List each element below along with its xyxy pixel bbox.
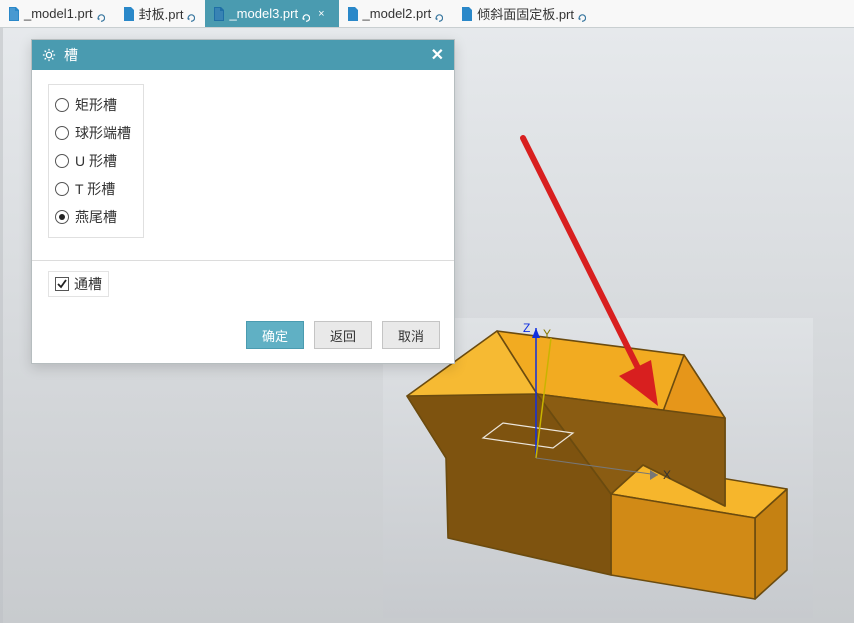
radio-rect-slot[interactable]: 矩形槽 [55,91,131,119]
svg-text:Y: Y [543,327,551,341]
modified-icon [435,10,443,18]
dialog-buttons: 确定 返回 取消 [32,311,454,363]
modified-icon [578,10,586,18]
tab-label: _model3.prt [229,6,298,21]
radio-u-slot[interactable]: U 形槽 [55,147,131,175]
back-button[interactable]: 返回 [314,321,372,349]
file-icon [213,7,225,21]
radio-icon [55,126,69,140]
radio-label: U 形槽 [75,151,117,171]
radio-ball-end-slot[interactable]: 球形端槽 [55,119,131,147]
close-icon[interactable]: × [318,8,324,20]
radio-icon [55,210,69,224]
radio-label: 球形端槽 [75,123,131,143]
file-tabs: _model1.prt 封板.prt _model3.prt × _model2… [0,0,854,28]
file-icon [461,7,473,21]
dialog-title-text: 槽 [64,45,78,65]
file-icon [347,7,359,21]
radio-icon [55,182,69,196]
file-icon [8,7,20,21]
gear-icon [42,48,56,62]
radio-dovetail-slot[interactable]: 燕尾槽 [55,203,131,231]
radio-icon [55,154,69,168]
divider [32,260,454,261]
ok-button[interactable]: 确定 [246,321,304,349]
file-icon [123,7,135,21]
tab-label: _model1.prt [24,6,93,21]
through-slot-checkbox[interactable]: 通槽 [48,271,109,297]
modified-icon [302,10,310,18]
tab-label: _model2.prt [363,6,432,21]
modified-icon [187,10,195,18]
tab-label: 倾斜面固定板.prt [477,4,574,23]
tab-model1[interactable]: _model1.prt [0,0,115,27]
cancel-button[interactable]: 取消 [382,321,440,349]
tab-fengban[interactable]: 封板.prt [115,0,206,27]
radio-label: T 形槽 [75,179,115,199]
radio-icon [55,98,69,112]
checkbox-label: 通槽 [74,274,102,294]
dialog-titlebar[interactable]: 槽 ✕ [32,40,454,70]
radio-label: 燕尾槽 [75,207,117,227]
svg-text:Z: Z [523,321,530,335]
svg-text:X: X [663,468,671,482]
tab-label: 封板.prt [139,4,184,23]
tab-model3[interactable]: _model3.prt × [205,0,338,27]
radio-t-slot[interactable]: T 形槽 [55,175,131,203]
close-icon[interactable]: ✕ [431,45,444,65]
checkbox-icon [55,277,69,291]
tab-qinxiemian[interactable]: 倾斜面固定板.prt [453,0,596,27]
slot-type-group: 矩形槽 球形端槽 U 形槽 T 形槽 燕尾槽 [48,84,144,238]
tab-model2[interactable]: _model2.prt [339,0,454,27]
radio-label: 矩形槽 [75,95,117,115]
modified-icon [97,10,105,18]
slot-dialog: 槽 ✕ 矩形槽 球形端槽 U 形槽 T 形槽 燕尾槽 [31,39,455,364]
